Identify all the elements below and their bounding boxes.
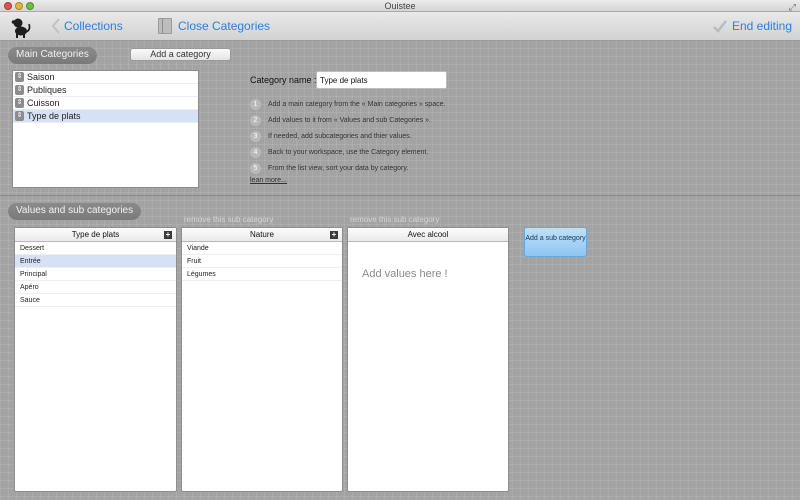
instruction-step: 2 Add values to it from « Values and sub… (250, 112, 445, 128)
step-text: If needed, add subcategories and thier v… (268, 132, 412, 140)
value-row[interactable]: Sauce (15, 294, 176, 307)
instruction-step: 1 Add a main category from the « Main ca… (250, 96, 445, 112)
drag-handle-icon[interactable]: ⇕ (15, 72, 24, 82)
values-column-type-de-plats: Type de plats + Dessert Entrée Principal… (14, 227, 177, 492)
collections-label: Collections (64, 19, 123, 33)
step-number: 2 (250, 114, 261, 126)
window-titlebar: Ouistee ⤢ (0, 0, 800, 12)
values-section-label: Values and sub categories (8, 202, 142, 220)
window-close-button[interactable] (4, 2, 12, 10)
column-header: Type de plats + (15, 228, 176, 242)
drag-handle-icon[interactable]: ⇕ (15, 98, 24, 108)
remove-sub-category-link[interactable]: remove this sub category (350, 215, 439, 224)
main-category-item[interactable]: ⇕ Cuisson (13, 97, 198, 110)
main-category-label: Cuisson (27, 97, 60, 108)
main-category-label: Saison (27, 71, 55, 82)
step-number: 3 (250, 130, 261, 142)
main-category-item-selected[interactable]: ⇕ Type de plats (13, 110, 198, 123)
value-row-selected[interactable]: Entrée (15, 255, 176, 268)
section-divider (0, 195, 800, 196)
toolbar: Collections Close Categories End editing (0, 12, 800, 41)
close-categories-button[interactable]: Close Categories (158, 16, 270, 36)
step-number: 4 (250, 146, 261, 158)
values-column-avec-alcool: Avec alcool Add values here ! (347, 227, 509, 492)
step-text: Back to your workspace, use the Category… (268, 148, 429, 156)
end-editing-label: End editing (731, 19, 792, 33)
column-header: Avec alcool (348, 228, 508, 242)
instruction-step: 4 Back to your workspace, use the Catego… (250, 144, 445, 160)
value-row[interactable]: Dessert (15, 242, 176, 255)
column-header-label: Type de plats (71, 230, 120, 239)
value-row[interactable]: Principal (15, 268, 176, 281)
step-text: Add a main category from the « Main cate… (268, 100, 446, 108)
close-categories-label: Close Categories (178, 19, 271, 33)
collections-back-button[interactable]: Collections (52, 16, 123, 36)
values-column-nature: Nature + Viande Fruit Légumes (181, 227, 343, 492)
instruction-step: 3 If needed, add subcategories and thier… (250, 128, 445, 144)
main-category-item[interactable]: ⇕ Saison (13, 71, 198, 84)
window-title: Ouistee (384, 1, 416, 11)
add-sub-category-button[interactable]: Add a sub category (524, 227, 587, 257)
category-name-label: Category name : (250, 75, 317, 85)
value-row[interactable]: Viande (182, 242, 342, 255)
instructions-list: 1 Add a main category from the « Main ca… (250, 96, 445, 176)
value-row[interactable]: Fruit (182, 255, 342, 268)
add-value-plus-icon[interactable]: + (330, 231, 338, 239)
main-category-label: Type de plats (27, 110, 81, 121)
column-header-label: Avec alcool (407, 230, 449, 239)
value-row[interactable]: Apéro (15, 281, 176, 294)
window-zoom-button[interactable] (26, 2, 34, 10)
column-header-label: Nature (249, 230, 274, 239)
add-value-plus-icon[interactable]: + (164, 231, 172, 239)
main-category-item[interactable]: ⇕ Publiques (13, 84, 198, 97)
category-name-input[interactable] (316, 71, 447, 89)
learn-more-link[interactable]: lean more... (250, 177, 287, 184)
step-number: 1 (250, 98, 261, 110)
book-icon (158, 18, 172, 34)
window-minimize-button[interactable] (15, 2, 23, 10)
instruction-step: 5 From the list view, sort your data by … (250, 160, 445, 176)
end-editing-button[interactable]: End editing (712, 16, 792, 36)
add-values-placeholder[interactable]: Add values here ! (362, 268, 448, 280)
remove-sub-category-link[interactable]: remove this sub category (184, 215, 273, 224)
monkey-logo-icon (11, 18, 31, 38)
main-categories-list: ⇕ Saison ⇕ Publiques ⇕ Cuisson ⇕ Type de… (12, 70, 199, 188)
main-categories-section-label: Main Categories (8, 46, 97, 64)
add-category-button[interactable]: Add a category (130, 48, 231, 61)
step-text: From the list view, sort your data by ca… (268, 164, 409, 172)
checkmark-icon (713, 20, 727, 33)
step-text: Add values to it from « Values and sub C… (268, 116, 431, 124)
main-category-label: Publiques (27, 84, 67, 95)
column-header: Nature + (182, 228, 342, 242)
drag-handle-icon[interactable]: ⇕ (15, 111, 24, 121)
drag-handle-icon[interactable]: ⇕ (15, 85, 24, 95)
step-number: 5 (250, 162, 261, 174)
value-row[interactable]: Légumes (182, 268, 342, 281)
chevron-left-icon (52, 18, 60, 34)
